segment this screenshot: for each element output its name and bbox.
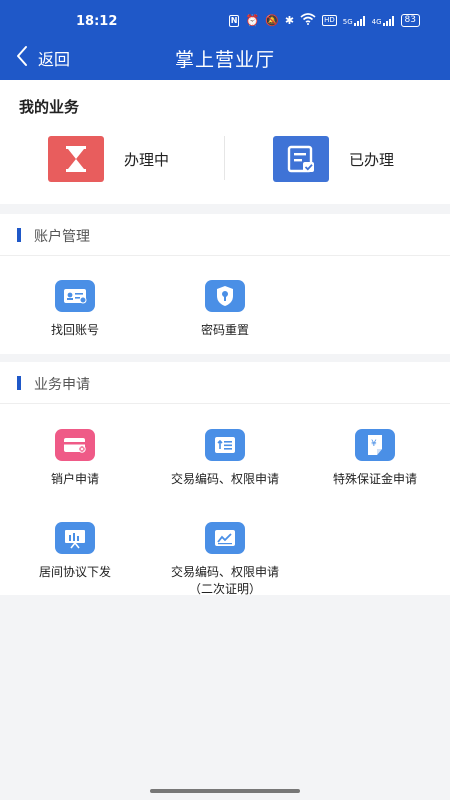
yen-document-icon: ¥ <box>355 429 395 461</box>
completed-label: 已办理 <box>349 150 395 169</box>
app-header: 18:12 N ⏰ 🔕 ✱ HD 5G 4G 83 返回 掌上营业厅 <box>0 0 450 80</box>
trading-code-permission-second-proof-button[interactable]: 交易编码、权限申请 （二次证明） <box>150 522 300 598</box>
section-accent-bar <box>17 228 21 242</box>
nav-bar: 返回 掌上营业厅 <box>0 36 450 80</box>
status-icons: N ⏰ 🔕 ✱ HD 5G 4G 83 <box>228 13 420 28</box>
battery-icon: 83 <box>400 14 420 27</box>
intermediary-agreement-button[interactable]: 居间协议下发 <box>0 522 150 581</box>
mute-icon: 🔕 <box>265 14 279 27</box>
reset-password-button[interactable]: 密码重置 <box>150 280 300 339</box>
business-application-heading: 业务申请 <box>34 377 90 393</box>
my-business-heading: 我的业务 <box>19 98 80 116</box>
status-bar: 18:12 N ⏰ 🔕 ✱ HD 5G 4G 83 <box>0 0 450 36</box>
account-management-heading: 账户管理 <box>34 229 90 245</box>
divider <box>224 136 225 180</box>
reset-password-label: 密码重置 <box>200 323 249 337</box>
id-card-icon <box>55 280 95 312</box>
svg-text:¥: ¥ <box>371 439 377 449</box>
hd-icon: HD <box>322 15 337 26</box>
section-accent-bar <box>17 376 21 390</box>
business-application-section: 业务申请 销户申请 交易编码、权限申请 ¥ 特殊保证金申请 居间协议下发 交易编… <box>0 362 450 598</box>
completed-button[interactable]: 已办理 <box>273 136 394 182</box>
code-list-icon <box>205 429 245 461</box>
trading-code-permission-label: 交易编码、权限申请 <box>170 472 279 486</box>
home-indicator[interactable] <box>150 789 300 793</box>
cancel-account-button[interactable]: 销户申请 <box>0 429 150 488</box>
trading-code-permission-button[interactable]: 交易编码、权限申请 <box>150 429 300 488</box>
alarm-icon: ⏰ <box>245 14 260 27</box>
cancel-account-label: 销户申请 <box>50 472 99 486</box>
nfc-icon: N <box>228 14 240 27</box>
account-management-section: 账户管理 找回账号 密码重置 <box>0 214 450 354</box>
special-margin-button[interactable]: ¥ 特殊保证金申请 <box>300 429 450 488</box>
page-title: 掌上营业厅 <box>174 49 275 71</box>
recover-account-button[interactable]: 找回账号 <box>0 280 150 339</box>
trading-code-permission-second-proof-label: 交易编码、权限申请 （二次证明） <box>170 565 279 596</box>
chart-board-icon <box>55 522 95 554</box>
key-shield-icon <box>205 280 245 312</box>
recover-account-label: 找回账号 <box>50 323 99 337</box>
signal-5g-icon: 5G <box>343 15 366 26</box>
in-progress-button[interactable]: 办理中 <box>48 136 169 182</box>
account-management-header: 账户管理 <box>0 214 450 256</box>
hourglass-icon <box>48 136 104 182</box>
wifi-icon <box>300 13 316 28</box>
status-time: 18:12 <box>76 14 118 29</box>
my-business-section: 我的业务 办理中 已办理 <box>0 80 450 204</box>
in-progress-label: 办理中 <box>124 150 170 169</box>
bluetooth-icon: ✱ <box>284 14 295 27</box>
business-application-header: 业务申请 <box>0 362 450 404</box>
card-cancel-icon <box>55 429 95 461</box>
intermediary-agreement-label: 居间协议下发 <box>38 565 111 579</box>
signal-4g-icon: 4G <box>372 15 395 26</box>
trend-chart-icon <box>205 522 245 554</box>
special-margin-label: 特殊保证金申请 <box>332 472 417 486</box>
document-check-icon <box>273 136 329 182</box>
